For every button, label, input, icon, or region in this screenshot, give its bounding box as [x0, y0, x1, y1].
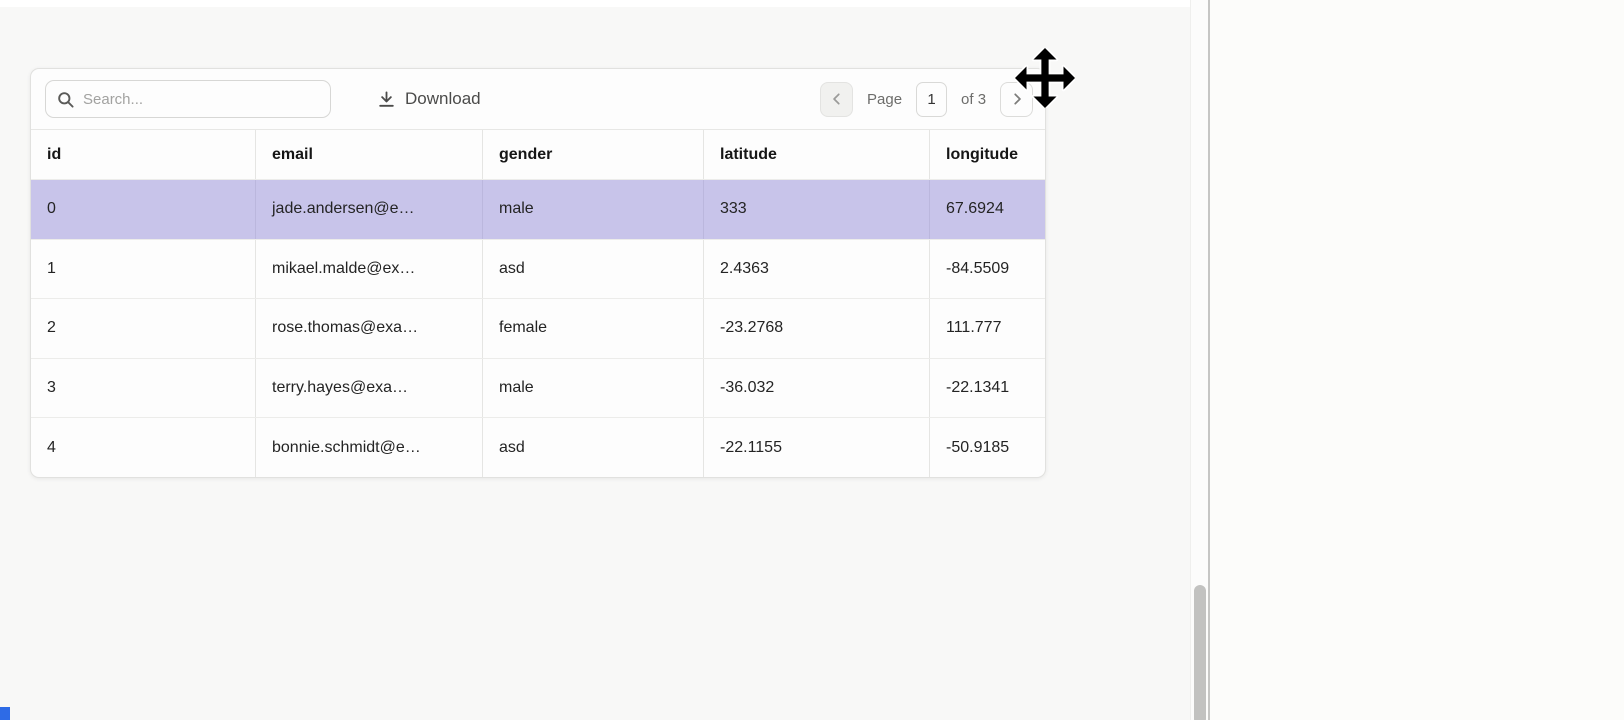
prev-page-button[interactable]	[820, 82, 853, 117]
table-row[interactable]: 1 mikael.malde@ex… asd 2.4363 -84.5509	[31, 239, 1045, 299]
cell-id: 1	[31, 240, 255, 299]
page-of-label: of 3	[961, 91, 986, 108]
vertical-scrollbar-thumb[interactable]	[1194, 585, 1206, 720]
cell-gender: asd	[482, 418, 703, 477]
cell-email: rose.thomas@exa…	[255, 299, 482, 358]
table-row[interactable]: 4 bonnie.schmidt@e… asd -22.1155 -50.918…	[31, 417, 1045, 477]
table-toolbar: Download Page of 3	[31, 69, 1045, 129]
search-input[interactable]	[83, 91, 320, 108]
cell-email: mikael.malde@ex…	[255, 240, 482, 299]
cell-latitude: -23.2768	[703, 299, 929, 358]
cell-gender: male	[482, 180, 703, 239]
cell-latitude: 333	[703, 180, 929, 239]
page-label: Page	[867, 91, 902, 108]
cell-email: jade.andersen@e…	[255, 180, 482, 239]
column-header-latitude: latitude	[703, 130, 929, 179]
cell-id: 3	[31, 359, 255, 418]
pagination: Page of 3	[820, 69, 1033, 129]
page-input[interactable]	[916, 82, 947, 117]
cell-longitude: 67.6924	[929, 180, 1045, 239]
cell-longitude: -50.9185	[929, 418, 1045, 477]
cell-longitude: 111.777	[929, 299, 1045, 358]
table-row[interactable]: 3 terry.hayes@exa… male -36.032 -22.1341	[31, 358, 1045, 418]
cell-gender: female	[482, 299, 703, 358]
data-table-card: Download Page of 3 i	[30, 68, 1046, 478]
cell-id: 2	[31, 299, 255, 358]
table-row[interactable]: 0 jade.andersen@e… male 333 67.6924	[31, 179, 1045, 239]
column-header-id: id	[31, 130, 255, 179]
column-header-longitude: longitude	[929, 130, 1045, 179]
cell-longitude: -22.1341	[929, 359, 1045, 418]
table-row[interactable]: 2 rose.thomas@exa… female -23.2768 111.7…	[31, 298, 1045, 358]
table-header-row: id email gender latitude longitude	[31, 129, 1045, 179]
cell-gender: asd	[482, 240, 703, 299]
vertical-scrollbar-track[interactable]	[1190, 0, 1208, 720]
cell-email: bonnie.schmidt@e…	[255, 418, 482, 477]
cell-id: 4	[31, 418, 255, 477]
chevron-left-icon	[830, 92, 844, 106]
blue-ui-fragment	[0, 707, 10, 720]
cell-longitude: -84.5509	[929, 240, 1045, 299]
column-header-gender: gender	[482, 130, 703, 179]
download-icon	[377, 90, 396, 109]
download-label: Download	[405, 89, 481, 109]
column-header-email: email	[255, 130, 482, 179]
move-cursor-icon	[1015, 48, 1075, 108]
cell-latitude: -22.1155	[703, 418, 929, 477]
right-side-panel	[1208, 0, 1624, 720]
cell-latitude: 2.4363	[703, 240, 929, 299]
search-icon	[56, 90, 75, 109]
cell-latitude: -36.032	[703, 359, 929, 418]
cell-gender: male	[482, 359, 703, 418]
search-box[interactable]	[45, 80, 331, 118]
download-button[interactable]: Download	[377, 89, 481, 109]
content-top-edge	[0, 0, 1208, 7]
cell-id: 0	[31, 180, 255, 239]
cell-email: terry.hayes@exa…	[255, 359, 482, 418]
